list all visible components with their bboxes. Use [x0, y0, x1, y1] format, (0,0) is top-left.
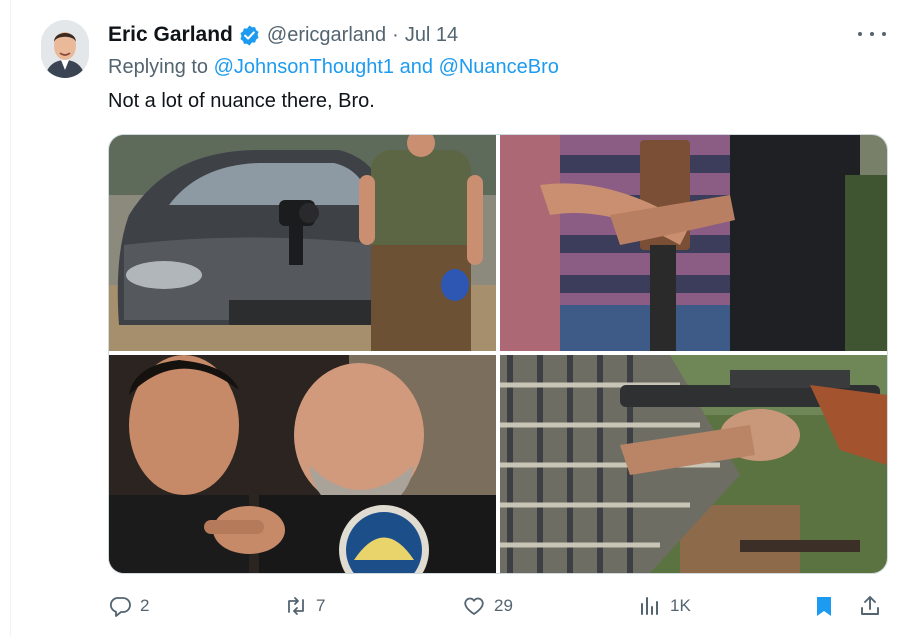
reply-count: 2 [140, 596, 150, 615]
bookmark-icon [817, 597, 831, 616]
user-handle[interactable]: @ericgarland [267, 24, 386, 47]
mention-link-2[interactable]: @NuanceBro [439, 56, 559, 78]
tweet-actions-bar: 2 7 29 1K [0, 590, 905, 622]
bookmark-button[interactable] [812, 590, 836, 622]
display-name[interactable]: Eric Garland [108, 23, 233, 47]
like-count: 29 [494, 596, 513, 615]
separator-dot: · [392, 23, 399, 46]
media-grid [108, 134, 888, 574]
share-button[interactable] [858, 590, 882, 622]
mention-joiner: and [399, 56, 433, 78]
more-options-icon[interactable] [858, 24, 886, 44]
tweet-date[interactable]: Jul 14 [405, 24, 458, 47]
media-photo-3[interactable] [109, 355, 496, 573]
mention-link-1[interactable]: @JohnsonThought1 [214, 56, 394, 78]
media-photo-2[interactable] [500, 135, 887, 351]
reply-button[interactable]: 2 [108, 590, 149, 622]
tweet-header: Eric Garland @ericgarland · Jul 14 [108, 22, 458, 48]
retweet-icon [288, 597, 304, 615]
views-chart-icon [641, 597, 658, 615]
tweet-text: Not a lot of nuance there, Bro. [108, 90, 375, 112]
retweet-button[interactable]: 7 [284, 590, 325, 622]
views-button[interactable]: 1K [638, 590, 691, 622]
views-count: 1K [670, 596, 691, 615]
heart-icon [464, 597, 484, 615]
verified-badge-icon [238, 24, 261, 47]
media-photo-4[interactable] [500, 355, 887, 573]
like-button[interactable]: 29 [462, 590, 513, 622]
replying-to-label: Replying to [108, 56, 209, 78]
share-icon [861, 596, 879, 615]
reply-icon [109, 597, 131, 617]
replying-to-line: Replying to @JohnsonThought1 and @Nuance… [108, 56, 559, 79]
retweet-count: 7 [316, 596, 326, 615]
media-photo-1[interactable] [109, 135, 496, 351]
avatar[interactable] [41, 20, 89, 78]
timeline-border [10, 0, 11, 636]
